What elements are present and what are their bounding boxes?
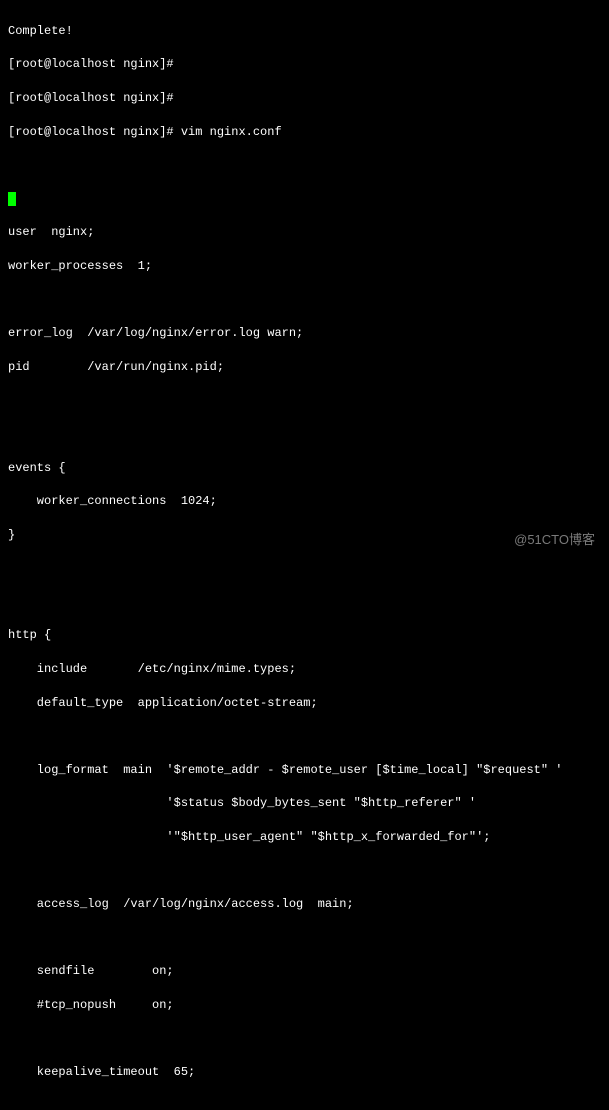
blank-line (8, 1098, 601, 1110)
blank-line (8, 930, 601, 947)
blank-line (8, 1031, 601, 1048)
config-access-log: access_log /var/log/nginx/access.log mai… (8, 896, 601, 913)
config-events-open: events { (8, 460, 601, 477)
blank-line (8, 426, 601, 443)
cursor-line (8, 191, 601, 208)
config-error-log: error_log /var/log/nginx/error.log warn; (8, 325, 601, 342)
blank-line (8, 863, 601, 880)
config-worker-connections: worker_connections 1024; (8, 493, 601, 510)
watermark-text: @51CTO博客 (514, 531, 595, 549)
prompt-line-1: [root@localhost nginx]# (8, 56, 601, 73)
config-keepalive: keepalive_timeout 65; (8, 1064, 601, 1081)
blank-line (8, 560, 601, 577)
blank-line (8, 392, 601, 409)
prompt-line-3: [root@localhost nginx]# vim nginx.conf (8, 124, 601, 141)
config-log-format-1: log_format main '$remote_addr - $remote_… (8, 762, 601, 779)
blank-line (8, 292, 601, 309)
config-log-format-3: '"$http_user_agent" "$http_x_forwarded_f… (8, 829, 601, 846)
blank-line (8, 157, 601, 174)
config-worker-processes: worker_processes 1; (8, 258, 601, 275)
config-http-open: http { (8, 627, 601, 644)
config-tcp-nopush: #tcp_nopush on; (8, 997, 601, 1014)
config-pid: pid /var/run/nginx.pid; (8, 359, 601, 376)
prompt-line-2: [root@localhost nginx]# (8, 90, 601, 107)
blank-line (8, 594, 601, 611)
terminal-output[interactable]: Complete! [root@localhost nginx]# [root@… (8, 6, 601, 1110)
config-user: user nginx; (8, 224, 601, 241)
config-log-format-2: '$status $body_bytes_sent "$http_referer… (8, 795, 601, 812)
cursor-icon (8, 192, 16, 206)
blank-line (8, 728, 601, 745)
config-events-close: } (8, 527, 601, 544)
config-default-type: default_type application/octet-stream; (8, 695, 601, 712)
config-sendfile: sendfile on; (8, 963, 601, 980)
complete-line: Complete! (8, 23, 601, 40)
config-include-mime: include /etc/nginx/mime.types; (8, 661, 601, 678)
